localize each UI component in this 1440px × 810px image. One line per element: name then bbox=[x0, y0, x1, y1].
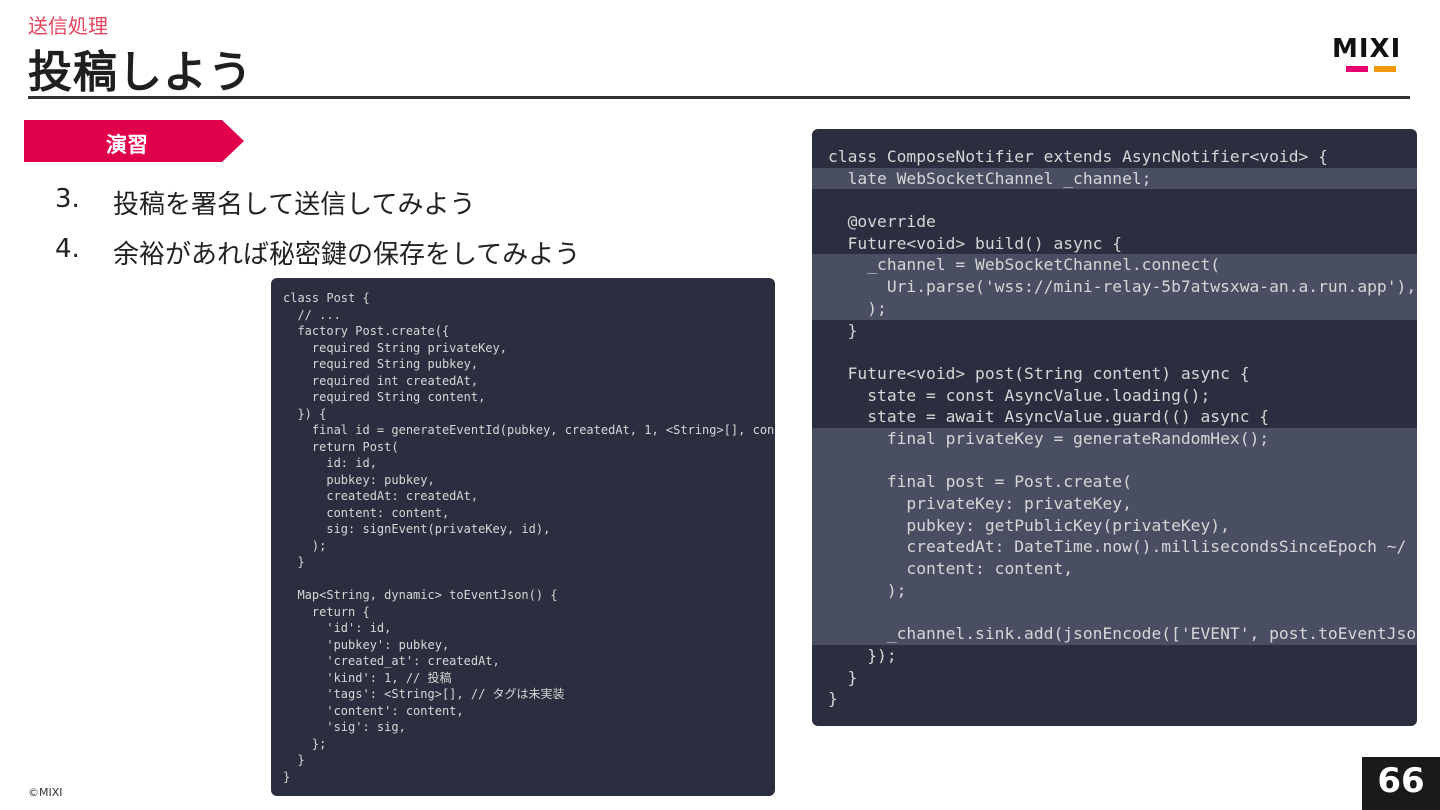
code-line: pubkey: pubkey, bbox=[283, 472, 435, 487]
code-line: Future<void> build() async { bbox=[828, 233, 1123, 253]
ribbon-label: 演習 bbox=[106, 133, 148, 157]
code-line: } bbox=[828, 689, 838, 709]
code-line: late WebSocketChannel _channel; bbox=[812, 167, 1417, 190]
step-text: 投稿を署名して送信してみよう bbox=[113, 190, 476, 220]
step-number: 3. bbox=[55, 184, 80, 214]
copyright: ©MIXI bbox=[28, 786, 63, 799]
logo-text: MIXI bbox=[1332, 34, 1402, 64]
code-line: @override bbox=[828, 212, 936, 232]
code-line: Map<String, dynamic> toEventJson() { bbox=[283, 588, 558, 602]
code-line: Future<void> post(String content) async … bbox=[828, 363, 1250, 383]
code-line: _channel.sink.add(jsonEncode(['EVENT', p… bbox=[812, 623, 1417, 645]
page-number-box: 66 bbox=[1362, 757, 1440, 810]
code-lines-right: class ComposeNotifier extends AsyncNotif… bbox=[812, 129, 1417, 710]
code-line: pubkey: getPublicKey(privateKey), bbox=[812, 514, 1417, 537]
code-line: required String privateKey, bbox=[283, 340, 507, 355]
code-line: ); bbox=[283, 538, 327, 553]
code-line: 'id': id, bbox=[283, 621, 392, 635]
step-number: 4. bbox=[55, 234, 80, 264]
code-line: } bbox=[283, 753, 305, 767]
code-line: return Post( bbox=[283, 439, 399, 454]
step-item: 3. 投稿を署名して送信してみよう bbox=[55, 184, 580, 234]
code-line: 'pubkey': pubkey, bbox=[283, 637, 450, 652]
step-text: 余裕があれば秘密鍵の保存をしてみよう bbox=[113, 240, 581, 270]
mixi-logo: MIXI bbox=[1332, 36, 1412, 76]
code-line: }); bbox=[828, 645, 897, 665]
code-line: id: id, bbox=[283, 456, 377, 470]
code-line: final privateKey = generateRandomHex(); bbox=[812, 427, 1417, 450]
code-line: content: content, bbox=[812, 558, 1417, 580]
code-line bbox=[812, 601, 1417, 624]
code-line: } bbox=[828, 667, 858, 687]
code-line: ); bbox=[812, 579, 1417, 602]
step-item: 4. 余裕があれば秘密鍵の保存をしてみよう bbox=[55, 234, 580, 284]
code-line: final post = Post.create( bbox=[812, 471, 1417, 493]
code-line: }) { bbox=[283, 406, 327, 421]
code-line: required String content, bbox=[283, 390, 486, 404]
code-line: final id = generateEventId(pubkey, creat… bbox=[283, 423, 775, 437]
code-line: 'kind': 1, // 投稿 bbox=[283, 670, 452, 685]
code-line: factory Post.create({ bbox=[283, 324, 450, 338]
code-line: required int createdAt, bbox=[283, 373, 479, 388]
code-line: } bbox=[828, 320, 858, 340]
code-line: required String pubkey, bbox=[283, 357, 479, 371]
code-line: }; bbox=[283, 736, 327, 751]
logo-bar-orange bbox=[1374, 66, 1396, 72]
code-line: 'sig': sig, bbox=[283, 720, 406, 734]
section-subtitle: 送信処理 bbox=[28, 14, 108, 38]
code-line: privateKey: privateKey, bbox=[812, 493, 1417, 515]
code-line: state = await AsyncValue.guard(() async … bbox=[828, 407, 1270, 427]
code-line: state = const AsyncValue.loading(); bbox=[828, 385, 1211, 405]
code-line: ); bbox=[812, 297, 1417, 320]
title-divider bbox=[28, 96, 1410, 99]
slide-title: 投稿しよう bbox=[28, 47, 253, 98]
code-line: sig: signEvent(privateKey, id), bbox=[283, 522, 551, 536]
post-class-code-block: class Post { // ... factory Post.create(… bbox=[271, 278, 775, 796]
code-line: } bbox=[283, 769, 291, 784]
code-line bbox=[812, 449, 1417, 472]
code-lines-left: class Post { // ... factory Post.create(… bbox=[271, 278, 775, 785]
code-line: createdAt: DateTime.now().millisecondsSi… bbox=[812, 536, 1417, 559]
code-line: // ... bbox=[283, 307, 341, 322]
code-line: 'created_at': createdAt, bbox=[283, 654, 500, 668]
code-line: Uri.parse('wss://mini-relay-5b7atwsxwa-a… bbox=[812, 276, 1417, 298]
logo-bar-pink bbox=[1346, 66, 1368, 72]
code-line: 'content': content, bbox=[283, 703, 464, 718]
code-line: content: content, bbox=[283, 505, 450, 520]
code-line: class Post { bbox=[283, 291, 370, 305]
code-line: } bbox=[283, 555, 305, 569]
code-line: return { bbox=[283, 604, 370, 619]
code-line: class ComposeNotifier extends AsyncNotif… bbox=[828, 147, 1328, 166]
exercise-ribbon: 演習 bbox=[24, 120, 244, 162]
page-number: 66 bbox=[1377, 761, 1425, 801]
code-line: createdAt: createdAt, bbox=[283, 489, 479, 503]
compose-notifier-code-block: class ComposeNotifier extends AsyncNotif… bbox=[812, 129, 1417, 726]
code-line: 'tags': <String>[], // タグは未実装 bbox=[283, 687, 565, 701]
step-list: 3. 投稿を署名して送信してみよう 4. 余裕があれば秘密鍵の保存をしてみよう bbox=[55, 184, 580, 284]
code-line: _channel = WebSocketChannel.connect( bbox=[812, 254, 1417, 277]
